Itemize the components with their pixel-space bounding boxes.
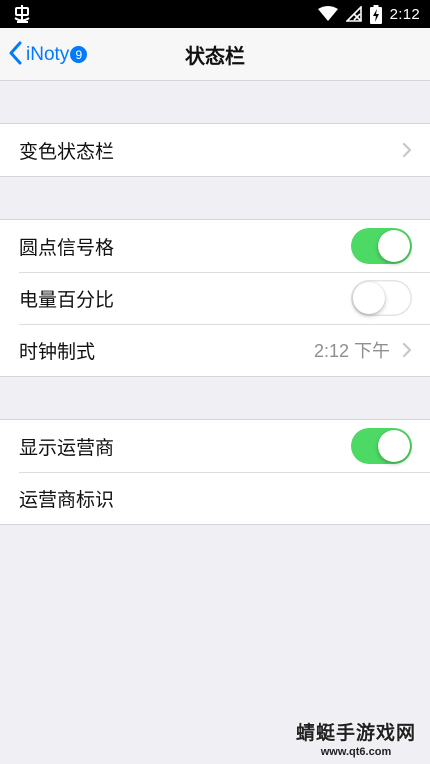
wifi-icon [317,6,338,22]
row-label: 圆点信号格 [19,236,115,259]
watermark: 蜻蜓手游戏网 www.qt6.com [296,718,416,758]
back-button[interactable]: iNoty 9 [8,28,88,81]
battery-charging-icon [369,4,382,24]
settings-group-carrier: 显示运营商 运营商标识 [0,419,430,525]
no-signal-icon [345,6,362,22]
row-color-status-bar[interactable]: 变色状态栏 [0,124,430,176]
row-label: 变色状态栏 [19,140,115,163]
chevron-left-icon [8,41,22,69]
dot-signal-toggle[interactable] [351,228,412,264]
toggle-knob [378,230,410,262]
system-status-bar: 2:12 [0,0,430,28]
chevron-right-icon [402,142,412,158]
row-label: 显示运营商 [19,436,115,459]
row-label: 电量百分比 [19,288,115,311]
row-carrier-logo[interactable]: 运营商标识 [0,472,430,524]
screen: 2:12 iNoty 9 状态栏 变色状态栏 圆点信号格 电量百分比 时钟制式 … [0,0,430,764]
notification-badge: 9 [70,46,88,63]
row-label: 时钟制式 [19,340,96,363]
settings-group-indicators: 圆点信号格 电量百分比 时钟制式 2:12 下午 [0,219,430,377]
row-battery-percent: 电量百分比 [0,272,430,324]
row-label: 运营商标识 [19,488,115,511]
navigation-bar: iNoty 9 状态栏 [0,28,430,81]
row-show-carrier: 显示运营商 [0,420,430,472]
bug-icon [12,4,32,24]
watermark-url: www.qt6.com [320,746,392,758]
watermark-text: 蜻蜓手游戏网 [295,722,416,744]
show-carrier-toggle[interactable] [351,428,412,464]
chevron-right-icon [402,342,412,358]
back-button-label: iNoty [26,43,70,65]
toggle-knob [353,282,385,314]
system-clock: 2:12 [389,5,420,23]
settings-group-color: 变色状态栏 [0,123,430,177]
row-clock-format[interactable]: 时钟制式 2:12 下午 [0,324,430,376]
battery-percent-toggle[interactable] [351,280,412,316]
clock-format-value: 2:12 下午 [313,341,390,361]
row-dot-signal: 圆点信号格 [0,220,430,272]
toggle-knob [378,430,410,462]
